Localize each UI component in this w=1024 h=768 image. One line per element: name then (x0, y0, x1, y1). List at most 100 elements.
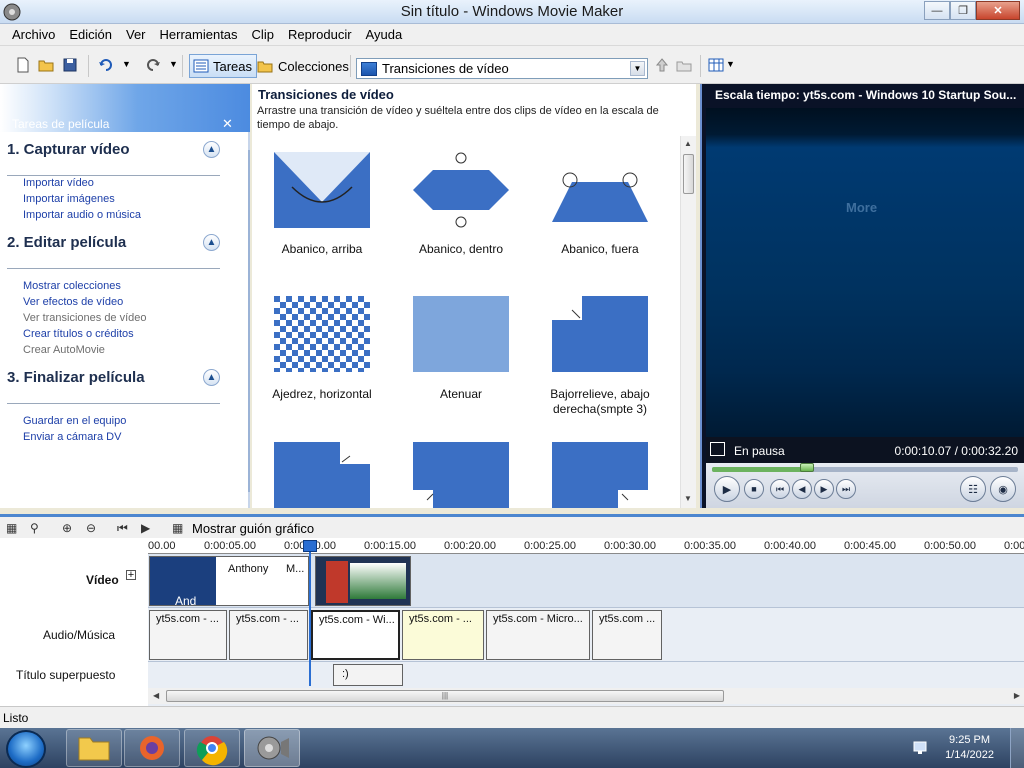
zoom-out-icon[interactable]: ⊖ (86, 521, 101, 536)
transition-thumbnail[interactable] (552, 442, 648, 508)
storyboard-icon[interactable]: ▦ (172, 521, 187, 536)
transition-fan-up-thumbnail[interactable] (274, 152, 370, 228)
show-desktop-button[interactable] (1010, 728, 1024, 768)
taskbar-chrome-button[interactable] (184, 729, 240, 767)
save-project-icon[interactable] (62, 57, 78, 73)
transition-fan-in-thumbnail[interactable] (413, 152, 509, 228)
menu-ver[interactable]: Ver (126, 27, 146, 42)
scrollbar-thumb[interactable]: ||| (166, 690, 724, 702)
scroll-up-icon[interactable]: ▲ (684, 139, 692, 148)
collapse-up-icon[interactable]: ▲ (203, 234, 220, 251)
taskbar-firefox-button[interactable] (124, 729, 180, 767)
previous-frame-button[interactable]: ⏮ (770, 479, 790, 499)
transition-thumbnail[interactable] (274, 442, 370, 508)
link-import-audio[interactable]: Importar audio o música (23, 209, 141, 221)
scroll-right-icon[interactable]: ▶ (1014, 691, 1020, 700)
video-clip[interactable]: And Anthony M... (149, 556, 309, 606)
chevron-down-icon[interactable]: ▼ (630, 61, 645, 76)
collection-select[interactable]: Transiciones de vídeo ▼ (356, 58, 648, 79)
collapse-up-icon[interactable]: ▲ (203, 369, 220, 386)
undo-dropdown-icon[interactable]: ▼ (122, 59, 138, 75)
section-finish-title[interactable]: 3. Finalizar película (7, 369, 145, 386)
audio-clip[interactable]: yt5s.com - ... (402, 610, 484, 660)
forward-button[interactable]: ▶ (814, 479, 834, 499)
maximize-button[interactable]: ❐ (950, 1, 976, 20)
title-overlay-track[interactable] (148, 662, 1024, 688)
menu-reproducir[interactable]: Reproducir (288, 27, 352, 42)
open-project-icon[interactable] (38, 57, 54, 73)
show-storyboard-button[interactable]: Mostrar guión gráfico (192, 521, 314, 536)
transition-checkerboard-thumbnail[interactable] (274, 296, 370, 372)
timeline-playhead[interactable] (309, 540, 311, 686)
menu-ayuda[interactable]: Ayuda (366, 27, 403, 42)
link-send-to-dv[interactable]: Enviar a cámara DV (23, 431, 121, 443)
transition-fan-out-thumbnail[interactable] (552, 152, 648, 228)
close-icon[interactable]: ✕ (222, 116, 233, 132)
views-icon[interactable] (708, 57, 724, 73)
seek-handle[interactable] (799, 463, 814, 472)
link-show-collections[interactable]: Mostrar colecciones (23, 280, 121, 292)
play-timeline-icon[interactable]: ▶ (141, 521, 156, 536)
expand-video-track-icon[interactable]: + (126, 570, 136, 581)
link-view-effects[interactable]: Ver efectos de vídeo (23, 296, 123, 308)
timeline-ruler[interactable]: 00.00 0:00:05.00 0:00:10.00 0:00:15.00 0… (148, 538, 1024, 554)
title-overlay-clip[interactable]: :) (333, 664, 403, 686)
views-dropdown-icon[interactable]: ▼ (726, 59, 742, 75)
audio-clip[interactable]: yt5s.com - ... (229, 610, 308, 660)
new-collection-icon[interactable] (676, 57, 692, 73)
fullscreen-icon[interactable] (710, 442, 725, 456)
up-level-icon[interactable] (654, 57, 670, 73)
play-button[interactable]: ▶ (714, 476, 740, 502)
menu-edicion[interactable]: Edición (69, 27, 112, 42)
rewind-timeline-icon[interactable]: ⏮ (117, 521, 132, 536)
rewind-button[interactable]: ◀ (792, 479, 812, 499)
video-clip[interactable] (315, 556, 411, 606)
system-clock[interactable]: 9:25 PM 1/14/2022 (945, 733, 994, 763)
new-project-icon[interactable] (15, 57, 31, 73)
network-icon[interactable] (912, 738, 932, 756)
menu-herramientas[interactable]: Herramientas (160, 27, 238, 42)
scroll-down-icon[interactable]: ▼ (684, 494, 692, 503)
transition-thumbnail[interactable] (413, 442, 509, 508)
menu-archivo[interactable]: Archivo (12, 27, 55, 42)
link-import-video[interactable]: Importar vídeo (23, 177, 94, 189)
close-button[interactable]: ✕ (976, 1, 1020, 20)
link-view-transitions[interactable]: Ver transiciones de vídeo (23, 312, 147, 324)
link-save-to-computer[interactable]: Guardar en el equipo (23, 415, 126, 427)
scrollbar-thumb[interactable] (683, 154, 694, 194)
link-import-images[interactable]: Importar imágenes (23, 193, 115, 205)
zoom-in-icon[interactable]: ⊕ (62, 521, 77, 536)
transition-emboss-thumbnail[interactable] (552, 296, 648, 372)
tasks-button[interactable]: Tareas (189, 54, 258, 78)
take-picture-button[interactable]: ◉ (990, 476, 1016, 502)
taskbar-explorer-button[interactable] (66, 729, 122, 767)
start-button[interactable] (6, 730, 46, 768)
scroll-left-icon[interactable]: ◀ (153, 691, 159, 700)
timeline-scrollbar[interactable]: ◀ ||| ▶ (148, 688, 1024, 704)
collection-scrollbar[interactable]: ▲ ▼ (680, 136, 696, 508)
collections-button[interactable]: Colecciones (254, 54, 353, 78)
split-clip-button[interactable]: ☷ (960, 476, 986, 502)
audio-clip[interactable]: yt5s.com - ... (149, 610, 227, 660)
transition-fade-thumbnail[interactable] (413, 296, 509, 372)
undo-icon[interactable] (98, 57, 114, 73)
pane-splitter[interactable] (248, 150, 250, 492)
playhead-handle[interactable] (303, 540, 317, 552)
section-capture-title[interactable]: 1. Capturar vídeo (7, 141, 130, 158)
redo-icon[interactable] (145, 57, 161, 73)
stop-button[interactable]: ■ (744, 479, 764, 499)
menu-clip[interactable]: Clip (252, 27, 274, 42)
seek-bar[interactable] (712, 467, 1018, 472)
audio-clip[interactable]: yt5s.com ... (592, 610, 662, 660)
link-create-titles[interactable]: Crear títulos o créditos (23, 328, 134, 340)
collapse-up-icon[interactable]: ▲ (203, 141, 220, 158)
next-frame-button[interactable]: ⏭ (836, 479, 856, 499)
narrate-microphone-icon[interactable]: ⚲ (30, 521, 45, 536)
audio-clip-selected[interactable]: yt5s.com - Wi... (311, 610, 400, 660)
link-create-automovie[interactable]: Crear AutoMovie (23, 344, 105, 356)
minimize-button[interactable]: — (924, 1, 950, 20)
taskbar-moviemaker-button[interactable] (244, 729, 300, 767)
section-edit-title[interactable]: 2. Editar película (7, 234, 126, 251)
set-audio-levels-icon[interactable]: ▦ (6, 521, 21, 536)
audio-clip[interactable]: yt5s.com - Micro... (486, 610, 590, 660)
